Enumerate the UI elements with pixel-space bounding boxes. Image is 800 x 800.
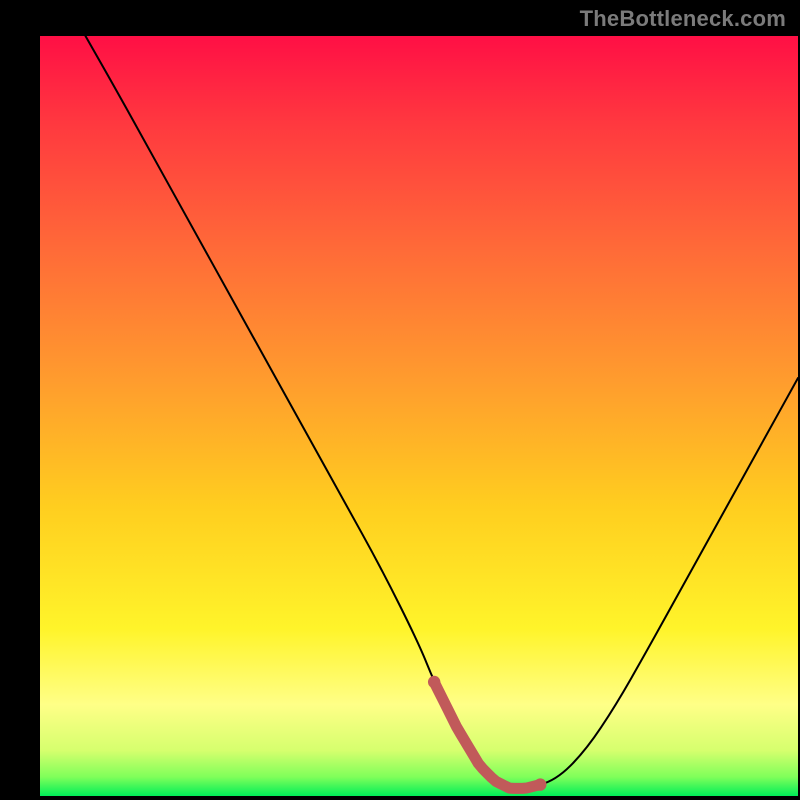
chart-svg — [40, 36, 798, 796]
highlight-start-dot — [428, 676, 440, 688]
watermark-text: TheBottleneck.com — [580, 6, 786, 32]
gradient-background — [40, 36, 798, 796]
plot-area — [40, 36, 798, 796]
chart-container: TheBottleneck.com — [0, 0, 800, 800]
highlight-end-dot — [534, 778, 546, 790]
